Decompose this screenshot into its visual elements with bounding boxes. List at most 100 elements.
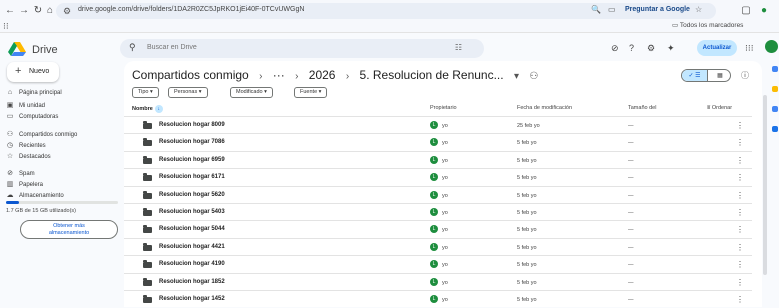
modified-date: 5 feb yo bbox=[517, 157, 537, 164]
more-actions-icon[interactable]: ⋮ bbox=[736, 295, 744, 304]
table-row[interactable]: Resolucion hogar 4421 Lyo 5 feb yo — ⋮ bbox=[124, 237, 752, 256]
list-view-icon[interactable]: ✓ ☰ bbox=[682, 70, 707, 81]
breadcrumb-year[interactable]: 2026 bbox=[309, 68, 336, 82]
table-row[interactable]: Resolucion hogar 8009 Lyo 25 feb yo — ⋮ bbox=[124, 116, 752, 134]
grid-view-icon[interactable]: ▦ bbox=[707, 70, 730, 81]
table-row[interactable]: Resolucion hogar 1452 Lyo 5 feb yo — ⋮ bbox=[124, 290, 752, 308]
home-icon[interactable]: ⌂ bbox=[44, 5, 56, 17]
address-bar[interactable]: ⚙ drive.google.com/drive/folders/1DA2R0Z… bbox=[56, 3, 716, 19]
profile-icon[interactable]: ● bbox=[758, 5, 770, 17]
search-bar[interactable]: ⚲ ☷ bbox=[120, 39, 484, 58]
table-row[interactable]: Resolucion hogar 5620 Lyo 5 feb yo — ⋮ bbox=[124, 185, 752, 204]
back-icon[interactable]: ← bbox=[4, 5, 16, 17]
filter-type[interactable]: Tipo ▾ bbox=[132, 87, 159, 98]
table-row[interactable]: Resolucion hogar 6959 Lyo 5 feb yo — ⋮ bbox=[124, 150, 752, 169]
table-row[interactable]: Resolucion hogar 5403 Lyo 5 feb yo — ⋮ bbox=[124, 203, 752, 221]
file-name[interactable]: Resolucion hogar 4190 bbox=[159, 261, 225, 267]
table-row[interactable]: Resolucion hogar 7086 Lyo 5 feb yo — ⋮ bbox=[124, 133, 752, 151]
update-button[interactable]: Actualizar bbox=[697, 40, 737, 56]
more-actions-icon[interactable]: ⋮ bbox=[736, 260, 744, 269]
table-row[interactable]: Resolucion hogar 5044 Lyo 5 feb yo — ⋮ bbox=[124, 220, 752, 238]
sidebar-item-shared[interactable]: ⚇ Compartidos conmigo bbox=[4, 130, 78, 140]
apps-icon[interactable]: ⁝⁝ bbox=[3, 21, 9, 32]
forward-icon[interactable]: → bbox=[18, 5, 30, 17]
column-header-name[interactable]: Nombre ↓ bbox=[132, 105, 163, 113]
column-header-owner[interactable]: Propietario bbox=[430, 105, 457, 111]
file-name[interactable]: Resolucion hogar 1452 bbox=[159, 296, 225, 302]
more-actions-icon[interactable]: ⋮ bbox=[736, 225, 744, 234]
more-actions-icon[interactable]: ⋮ bbox=[736, 243, 744, 252]
help-icon[interactable]: ? bbox=[629, 43, 634, 53]
filter-modified[interactable]: Modificado ▾ bbox=[230, 87, 273, 98]
site-info-icon[interactable]: ⚙ bbox=[61, 5, 73, 17]
sidebar-item-spam[interactable]: ⊘ Spam bbox=[4, 169, 35, 179]
file-name[interactable]: Resolucion hogar 6171 bbox=[159, 174, 225, 180]
column-header-size[interactable]: Tamaño del bbox=[628, 105, 656, 111]
file-name[interactable]: Resolucion hogar 4421 bbox=[159, 244, 225, 250]
info-icon[interactable]: ⓘ bbox=[741, 70, 749, 81]
file-name[interactable]: Resolucion hogar 7086 bbox=[159, 139, 225, 145]
more-actions-icon[interactable]: ⋮ bbox=[736, 278, 744, 287]
tasks-icon[interactable] bbox=[772, 106, 778, 112]
more-actions-icon[interactable]: ⋮ bbox=[736, 138, 744, 147]
sidebar-item-starred[interactable]: ☆ Destacados bbox=[4, 152, 51, 162]
file-name[interactable]: Resolucion hogar 5620 bbox=[159, 192, 225, 198]
cast-icon[interactable]: ▭ bbox=[608, 5, 616, 14]
all-bookmarks[interactable]: ▭ Todos los marcadores bbox=[672, 21, 743, 29]
settings-icon[interactable]: ⚙ bbox=[647, 43, 655, 54]
sidebar-item-storage[interactable]: ☁ Almacenamiento bbox=[4, 191, 64, 201]
sidebar-item-my-drive[interactable]: ▣ Mi unidad bbox=[4, 101, 45, 111]
table-row[interactable]: Resolucion hogar 1852 Lyo 5 feb yo — ⋮ bbox=[124, 272, 752, 291]
sidebar-item-trash[interactable]: ▥ Papelera bbox=[4, 180, 43, 190]
file-name[interactable]: Resolucion hogar 5044 bbox=[159, 226, 225, 232]
drive-logo-icon[interactable] bbox=[8, 41, 26, 57]
window-icon[interactable]: ▢ bbox=[740, 5, 752, 17]
table-row[interactable]: Resolucion hogar 4190 Lyo 5 feb yo — ⋮ bbox=[124, 255, 752, 273]
sidebar-item-home[interactable]: ⌂ Página principal bbox=[4, 89, 62, 99]
sidebar-item-recent[interactable]: ◷ Recientes bbox=[4, 141, 46, 151]
file-name[interactable]: Resolucion hogar 5403 bbox=[159, 209, 225, 215]
file-name[interactable]: Resolucion hogar 6959 bbox=[159, 157, 225, 163]
calendar-icon[interactable] bbox=[772, 66, 778, 72]
sort-arrow-icon[interactable]: ↓ bbox=[154, 105, 163, 113]
file-name[interactable]: Resolucion hogar 1852 bbox=[159, 279, 225, 285]
breadcrumb-current[interactable]: 5. Resolucion de Renunc... bbox=[360, 68, 504, 82]
breadcrumb-ellipsis[interactable]: ··· bbox=[273, 68, 285, 82]
breadcrumb-root[interactable]: Compartidos conmigo bbox=[132, 68, 249, 82]
sort-options[interactable]: ⩸ Ordenar bbox=[707, 105, 732, 112]
search-options-icon[interactable]: ☷ bbox=[455, 43, 462, 52]
offline-icon[interactable]: ⊘ bbox=[611, 43, 619, 54]
filter-source[interactable]: Fuente ▾ bbox=[294, 87, 328, 98]
chevron-down-icon[interactable]: ▾ bbox=[514, 71, 519, 82]
contacts-icon[interactable] bbox=[772, 126, 778, 132]
filter-label: Personas bbox=[174, 89, 198, 95]
get-more-storage-button[interactable]: Obtener más almacenamiento bbox=[20, 220, 118, 239]
new-button-label: Nuevo bbox=[29, 68, 50, 75]
file-name[interactable]: Resolucion hogar 8009 bbox=[159, 122, 225, 128]
reload-icon[interactable]: ↻ bbox=[32, 5, 44, 17]
more-actions-icon[interactable]: ⋮ bbox=[736, 208, 744, 217]
bookmark-star-icon[interactable]: ☆ bbox=[695, 5, 702, 14]
search-input[interactable] bbox=[147, 44, 397, 51]
more-actions-icon[interactable]: ⋮ bbox=[736, 156, 744, 165]
account-avatar[interactable] bbox=[765, 40, 778, 53]
table-row[interactable]: Resolucion hogar 6171 Lyo 5 feb yo — ⋮ bbox=[124, 168, 752, 186]
more-actions-icon[interactable]: ⋮ bbox=[736, 191, 744, 200]
drive-brand[interactable]: Drive bbox=[32, 44, 58, 56]
more-actions-icon[interactable]: ⋮ bbox=[736, 121, 744, 130]
filter-people[interactable]: Personas ▾ bbox=[168, 87, 208, 98]
column-header-modified[interactable]: Fecha de modificación bbox=[517, 105, 572, 111]
filter-label: Fuente bbox=[300, 89, 318, 95]
search-icon[interactable]: ⚲ bbox=[129, 42, 136, 53]
more-actions-icon[interactable]: ⋮ bbox=[736, 173, 744, 182]
new-button[interactable]: + Nuevo bbox=[7, 62, 59, 82]
scrollbar[interactable] bbox=[763, 95, 767, 275]
keep-icon[interactable] bbox=[772, 86, 778, 92]
zoom-icon[interactable]: 🔍 bbox=[591, 5, 601, 14]
folder-icon bbox=[143, 260, 152, 269]
ask-google-button[interactable]: Preguntar a Google bbox=[625, 6, 690, 13]
google-apps-icon[interactable]: ⁝⁝⁝ bbox=[745, 43, 754, 54]
sidebar-item-computers[interactable]: ▭ Computadoras bbox=[4, 112, 59, 122]
gemini-icon[interactable]: ✦ bbox=[667, 43, 675, 54]
spam-icon: ⊘ bbox=[7, 170, 13, 177]
